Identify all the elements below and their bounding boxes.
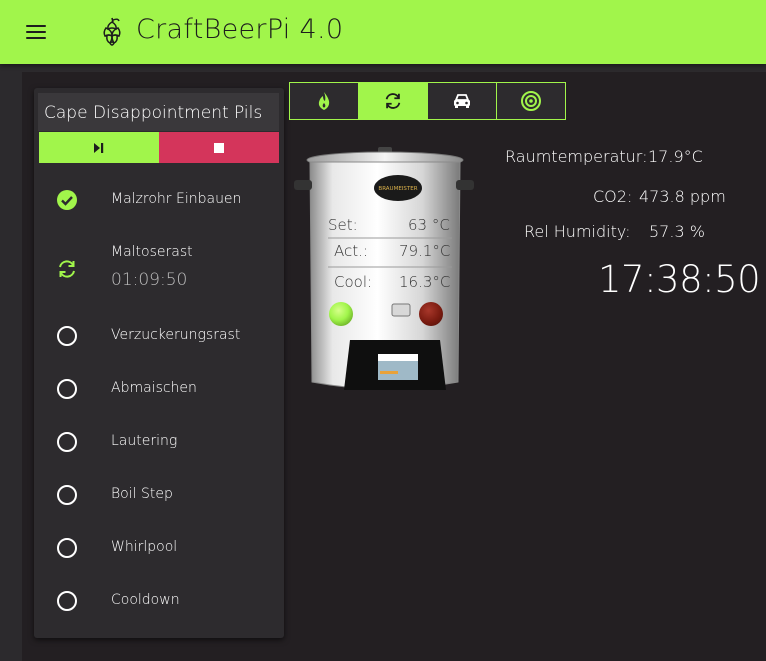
steps-panel: Cape Disappointment Pils Malzrohr Einbau… — [34, 88, 284, 638]
flame-icon — [318, 92, 330, 110]
cool-value: 16.3°C — [399, 273, 451, 291]
kettle-brand: BRAUMEISTER — [378, 186, 417, 192]
sync-icon — [385, 93, 401, 109]
humidity-value: 57.3 % — [649, 222, 705, 241]
actual-label: Act.: — [334, 242, 368, 260]
step-item-boil-step[interactable]: Boil Step — [34, 473, 284, 517]
step-item-cooldown[interactable]: Cooldown — [34, 579, 284, 623]
step-item-malzrohr-einbauen[interactable]: Malzrohr Einbauen — [34, 178, 284, 222]
stop-icon — [214, 142, 224, 153]
toolbar-flame-button[interactable] — [290, 83, 358, 119]
sync-icon — [59, 260, 75, 278]
toolbar-target-button[interactable] — [496, 83, 565, 119]
app-title: CraftBeerPi 4.0 — [136, 14, 344, 45]
cool-label: Cool: — [334, 273, 373, 291]
menu-icon[interactable] — [24, 22, 48, 42]
step-item-verzuckerungsrast[interactable]: Verzuckerungsrast — [34, 314, 284, 358]
circle-icon — [57, 379, 77, 399]
room-temperature-label: Raumtemperatur: — [505, 147, 648, 166]
hop-logo-icon — [103, 17, 121, 46]
step-item-abmaischen[interactable]: Abmaischen — [34, 367, 284, 411]
humidity-label: Rel Humidity: — [524, 222, 631, 241]
start-step-button[interactable] — [39, 132, 159, 163]
step-label: Whirlpool — [111, 539, 178, 555]
clock: 17:38:50 — [598, 258, 761, 301]
toolbar-car-button[interactable] — [427, 83, 496, 119]
step-label: Verzuckerungsrast — [111, 327, 241, 343]
room-temperature-value: 17.9°C — [648, 147, 703, 166]
circle-icon — [57, 485, 77, 505]
target-icon — [521, 91, 541, 111]
set-label: Set: — [328, 216, 358, 234]
step-label: Maltoserast — [111, 244, 193, 260]
set-value: 63 °C — [408, 216, 450, 234]
dashboard-toolbar — [289, 82, 566, 120]
car-icon — [454, 94, 470, 108]
circle-icon — [57, 432, 77, 452]
step-item-maltoserast[interactable]: Maltoserast 01:09:50 — [34, 240, 284, 296]
co2-label: CO2: — [593, 187, 633, 206]
step-label: Cooldown — [111, 592, 180, 608]
stop-button[interactable] — [159, 132, 279, 163]
recipe-title: Cape Disappointment Pils — [38, 93, 279, 131]
circle-icon — [57, 538, 77, 558]
toolbar-sync-button[interactable] — [358, 83, 427, 119]
heater-indicator[interactable] — [329, 302, 353, 326]
step-label: Boil Step — [111, 486, 173, 502]
step-timer: 01:09:50 — [111, 270, 188, 290]
step-item-lautering[interactable]: Lautering — [34, 420, 284, 464]
step-label: Lautering — [111, 433, 178, 449]
app-bar: CraftBeerPi 4.0 — [0, 0, 766, 64]
kettle-widget[interactable]: BRAUMEISTER Set: 63 °C Act.: 79.1°C Cool… — [292, 144, 477, 396]
cooler-indicator[interactable] — [419, 302, 443, 326]
circle-icon — [57, 591, 77, 611]
check-circle-icon — [57, 190, 77, 210]
actual-value: 79.1°C — [399, 242, 451, 260]
step-item-whirlpool[interactable]: Whirlpool — [34, 526, 284, 570]
step-label: Abmaischen — [111, 380, 197, 396]
co2-value: 473.8 ppm — [639, 187, 726, 206]
kettle-image: BRAUMEISTER — [294, 147, 474, 390]
play-pause-icon — [94, 142, 104, 153]
step-label: Malzrohr Einbauen — [111, 191, 242, 207]
circle-icon — [57, 326, 77, 346]
